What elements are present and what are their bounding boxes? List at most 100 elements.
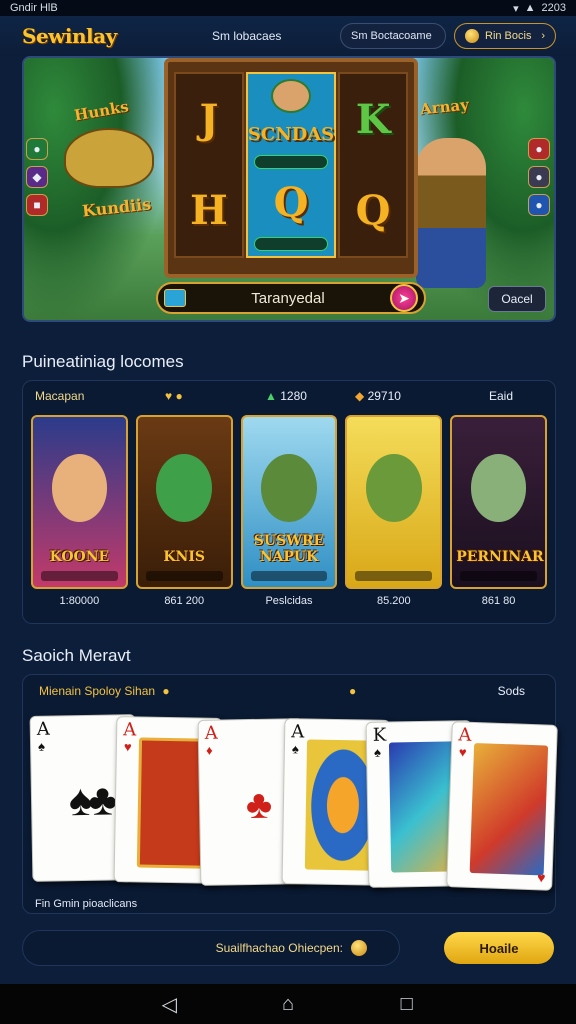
game-price: Peslcidas xyxy=(265,595,313,607)
arrow-up-icon: ▲ xyxy=(265,389,277,403)
game-card-foot xyxy=(460,571,537,581)
card-fan: A ♠ ♠♣ A ♥ A ♦ ♣ A ♠ K ♠ A ♥ ♥ xyxy=(23,707,558,893)
back-icon[interactable]: ◁ xyxy=(154,992,184,1017)
heart-icon: ♥ xyxy=(123,739,132,755)
game-price: 861 80 xyxy=(481,595,516,607)
card-rank: A xyxy=(204,722,218,744)
left-rail: ● ◆ ■ xyxy=(26,138,50,216)
status-bar: Gndir HlB ▾ ▲ 2203 xyxy=(0,0,576,16)
bonus-bar[interactable]: Suailfhachao Ohiecpen: xyxy=(22,930,400,966)
cards-head-text: Mienain Spoloy Sihan xyxy=(39,684,156,698)
game-title: SUSWRE NAPUK xyxy=(253,533,325,565)
heart-icon: ♥ xyxy=(458,744,467,760)
reel-left-symbol-2: H xyxy=(190,187,228,234)
card-rank: A xyxy=(36,718,50,740)
status-left: Gndir HlB xyxy=(10,2,58,14)
home-button[interactable]: Hoaile xyxy=(444,932,554,964)
app-logo[interactable]: Sewinlay xyxy=(22,24,172,48)
reel-middle: SCNDAS Q xyxy=(245,72,337,258)
card-rank: A xyxy=(458,724,472,746)
wifi-icon: ▾ xyxy=(513,2,519,15)
card-rank: A xyxy=(291,721,305,743)
diamond-icon: ♦ xyxy=(205,742,213,758)
heart-icon: ♥ xyxy=(165,389,173,403)
spade-icon: ♠ xyxy=(373,744,382,760)
game-art xyxy=(365,454,422,523)
app-header: Sewinlay Sm lobacaes Sm Boctacoame Rin B… xyxy=(0,16,576,56)
spin-bar[interactable]: Taranyedal ➤ xyxy=(156,282,426,314)
gift-icon[interactable]: ■ xyxy=(26,194,48,216)
coin-icon: ● xyxy=(162,684,170,698)
reel-right-symbol-1: K xyxy=(355,96,391,143)
chevron-right-icon: › xyxy=(541,30,545,42)
fire-icon[interactable]: ● xyxy=(528,138,550,160)
hunter-character-art xyxy=(416,138,486,288)
coins-pill-label: Rin Bocis xyxy=(485,30,532,42)
game-art xyxy=(51,454,108,523)
star-icon[interactable]: ● xyxy=(528,166,550,188)
game-card-foot xyxy=(355,571,433,581)
games-section-title: Puineatiniag locomes xyxy=(22,352,184,371)
gem-icon[interactable]: ◆ xyxy=(26,166,48,188)
game-price: 85.200 xyxy=(376,595,411,607)
system-nav-bar: ◁ ⌂ □ xyxy=(0,984,576,1024)
hero-cta-button[interactable]: Oacel xyxy=(488,286,546,312)
games-head-stat-2-value: 29710 xyxy=(367,389,401,403)
browse-pill[interactable]: Sm Boctacoame xyxy=(340,23,446,49)
spin-label: Taranyedal xyxy=(251,289,325,307)
games-head-stat-1-value: 1280 xyxy=(280,389,307,403)
game-title: KOONE xyxy=(49,549,110,565)
reel-right: K Q xyxy=(338,72,409,258)
play-icon[interactable]: ➤ xyxy=(390,284,418,312)
game-card-row: KOONE KNIS SUSWRE NAPUK PERNINAR xyxy=(23,411,555,589)
games-head-label: Macapan xyxy=(35,389,85,403)
cards-panel-head: Mienain Spoloy Sihan ● ● Sods xyxy=(23,675,555,707)
shield-icon[interactable]: ● xyxy=(528,194,550,216)
bonus-bar-label: Suailfhachao Ohiecpen: xyxy=(215,941,343,955)
recents-icon[interactable]: □ xyxy=(392,993,422,1016)
lobby-link[interactable]: Sm lobacaes xyxy=(212,29,312,43)
hero-banner[interactable]: Hunks Kundiis Arnay ● ◆ ■ ● ● ● J H SCND… xyxy=(22,56,556,322)
coin-icon xyxy=(351,940,367,956)
coin-icon: ● xyxy=(349,684,357,698)
warrior-icon xyxy=(271,79,311,114)
coin-icon xyxy=(465,29,479,43)
games-panel: Macapan ♥ ● ▲ 1280 ◆ 29710 Eaid KOONE KN… xyxy=(22,380,556,624)
cards-section-title: Saoich Meravt xyxy=(22,646,131,665)
slot-machine[interactable]: J H SCNDAS Q K Q xyxy=(164,58,418,278)
game-card[interactable]: SUSWRE NAPUK xyxy=(240,415,338,589)
card-face xyxy=(469,742,549,876)
games-head-stat-2: ◆ 29710 xyxy=(355,389,475,403)
right-rail: ● ● ● xyxy=(528,138,552,216)
reel-win-bar-2 xyxy=(253,236,329,251)
games-head-edit[interactable]: Eaid xyxy=(475,389,543,403)
game-card[interactable]: KOONE xyxy=(31,415,128,589)
cards-panel-foot: Fin Gmin pioaclicans xyxy=(35,898,138,910)
game-card[interactable]: PERNINAR xyxy=(450,415,547,589)
games-panel-head: Macapan ♥ ● ▲ 1280 ◆ 29710 Eaid xyxy=(23,381,555,411)
cards-head-label: Mienain Spoloy Sihan ● xyxy=(39,684,349,698)
tag-icon: ◆ xyxy=(355,389,365,403)
playing-card[interactable]: A ♥ ♥ xyxy=(446,721,558,891)
game-art xyxy=(261,454,317,523)
reel-win-bar xyxy=(253,154,329,169)
reel-left-symbol-1: J xyxy=(199,96,219,143)
reel-left: J H xyxy=(174,72,244,258)
home-icon[interactable]: ⌂ xyxy=(273,993,303,1016)
game-card-foot xyxy=(250,571,328,581)
game-card[interactable]: KNIS xyxy=(135,415,233,589)
cards-head-sort[interactable]: Sods xyxy=(469,684,539,698)
cards-head-coin: ● xyxy=(349,684,469,698)
game-card-foot xyxy=(41,571,118,581)
coins-pill[interactable]: Rin Bocis › xyxy=(454,23,556,49)
game-price: 861 200 xyxy=(164,595,205,607)
games-head-icons: ♥ ● xyxy=(165,389,265,403)
reel-right-symbol-2: Q xyxy=(355,187,391,234)
heart-icon: ♥ xyxy=(536,869,546,886)
leaf-icon[interactable]: ● xyxy=(26,138,48,160)
game-card[interactable] xyxy=(345,415,443,589)
reel-mid-banner: SCNDAS xyxy=(247,123,335,145)
game-art xyxy=(470,454,527,523)
spade-icon: ♠ xyxy=(37,738,46,754)
card-rank: A xyxy=(123,719,137,741)
